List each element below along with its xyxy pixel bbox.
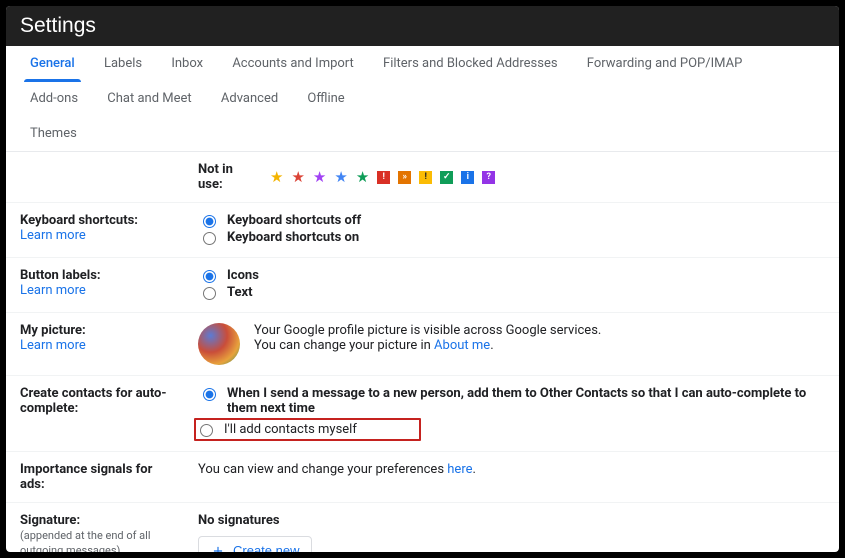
settings-content: Not in use: ★ ★ ★ ★ ★! »! ✓ i? Keyboard shortcu… <box>6 152 839 552</box>
star-icon-1[interactable]: ★ <box>291 170 304 185</box>
button-labels-icons-radio[interactable] <box>203 270 216 283</box>
button-labels-text-label[interactable]: Text <box>227 285 253 300</box>
row-button-labels: Button labels: Learn more Icons Text <box>6 258 839 313</box>
star-icon-8[interactable]: ✓ <box>440 171 453 184</box>
highlight-box: I'll add contacts myself <box>194 418 421 441</box>
tab-forwarding[interactable]: Forwarding and POP/IMAP <box>577 46 753 81</box>
keyboard-shortcuts-off-radio[interactable] <box>203 215 216 228</box>
add-contacts-myself-radio[interactable] <box>200 424 213 437</box>
tab-inbox[interactable]: Inbox <box>161 46 213 81</box>
add-contacts-myself-label[interactable]: I'll add contacts myself <box>224 422 357 437</box>
plus-icon <box>211 544 225 553</box>
ads-here-link[interactable]: here <box>447 462 472 477</box>
app-window: Settings General Labels Inbox Accounts a… <box>6 6 839 552</box>
tab-offline[interactable]: Offline <box>297 81 354 116</box>
row-keyboard-shortcuts: Keyboard shortcuts: Learn more Keyboard … <box>6 203 839 258</box>
create-new-button[interactable]: Create new <box>198 536 312 552</box>
star-icon-6[interactable]: » <box>398 171 411 184</box>
signature-sub: (appended at the end of all outgoing mes… <box>20 529 151 552</box>
star-icon-0[interactable]: ★ <box>270 170 283 185</box>
tab-themes[interactable]: Themes <box>20 116 87 151</box>
star-set: ★ ★ ★ ★ ★! »! ✓ i? <box>270 170 495 185</box>
button-labels-learn-more-link[interactable]: Learn more <box>20 283 86 298</box>
picture-line2a: You can change your picture in <box>254 338 434 353</box>
tab-addons[interactable]: Add-ons <box>20 81 88 116</box>
avatar[interactable] <box>198 323 240 365</box>
picture-line1: Your Google profile picture is visible a… <box>254 323 601 338</box>
stars-not-in-use-label: Not in use: <box>198 162 258 192</box>
row-signature: Signature: (appended at the end of all o… <box>6 503 839 553</box>
auto-add-contacts-radio[interactable] <box>203 388 216 401</box>
keyboard-shortcuts-off-label[interactable]: Keyboard shortcuts off <box>227 213 361 228</box>
star-icon-9[interactable]: i <box>461 171 474 184</box>
ads-title: Importance signals for ads: <box>20 462 152 492</box>
ads-text: You can view and change your preferences <box>198 462 447 477</box>
my-picture-learn-more-link[interactable]: Learn more <box>20 338 86 353</box>
picture-line2b: . <box>490 338 493 353</box>
page-title: Settings <box>6 6 839 46</box>
star-icon-10[interactable]: ? <box>482 171 495 184</box>
star-icon-3[interactable]: ★ <box>334 170 347 185</box>
signature-title: Signature: <box>20 513 80 528</box>
tabs-bar: General Labels Inbox Accounts and Import… <box>6 46 839 152</box>
star-icon-5[interactable]: ! <box>377 171 390 184</box>
row-my-picture: My picture: Learn more Your Google profi… <box>6 313 839 376</box>
tab-labels[interactable]: Labels <box>94 46 152 81</box>
row-ads: Importance signals for ads: You can view… <box>6 452 839 503</box>
keyboard-shortcuts-on-radio[interactable] <box>203 232 216 245</box>
star-icon-7[interactable]: ! <box>419 171 432 184</box>
auto-complete-title: Create contacts for auto-complete: <box>20 386 167 416</box>
star-icon-4[interactable]: ★ <box>356 170 369 185</box>
keyboard-shortcuts-title: Keyboard shortcuts: <box>20 213 138 228</box>
button-labels-icons-label[interactable]: Icons <box>227 268 259 283</box>
keyboard-shortcuts-on-label[interactable]: Keyboard shortcuts on <box>227 230 359 245</box>
star-icon-2[interactable]: ★ <box>313 170 326 185</box>
keyboard-learn-more-link[interactable]: Learn more <box>20 228 86 243</box>
button-labels-title: Button labels: <box>20 268 101 283</box>
tab-filters[interactable]: Filters and Blocked Addresses <box>373 46 568 81</box>
tab-chat[interactable]: Chat and Meet <box>97 81 201 116</box>
row-stars: Not in use: ★ ★ ★ ★ ★! »! ✓ i? <box>6 152 839 203</box>
row-auto-complete: Create contacts for auto-complete: When … <box>6 376 839 452</box>
button-labels-text-radio[interactable] <box>203 287 216 300</box>
tab-general[interactable]: General <box>20 46 85 81</box>
tab-advanced[interactable]: Advanced <box>211 81 288 116</box>
about-me-link[interactable]: About me <box>434 338 490 353</box>
tab-accounts[interactable]: Accounts and Import <box>222 46 363 81</box>
auto-add-contacts-label[interactable]: When I send a message to a new person, a… <box>227 386 825 416</box>
app-frame: Settings General Labels Inbox Accounts a… <box>0 0 845 558</box>
my-picture-title: My picture: <box>20 323 86 338</box>
no-signatures-text: No signatures <box>198 513 825 528</box>
